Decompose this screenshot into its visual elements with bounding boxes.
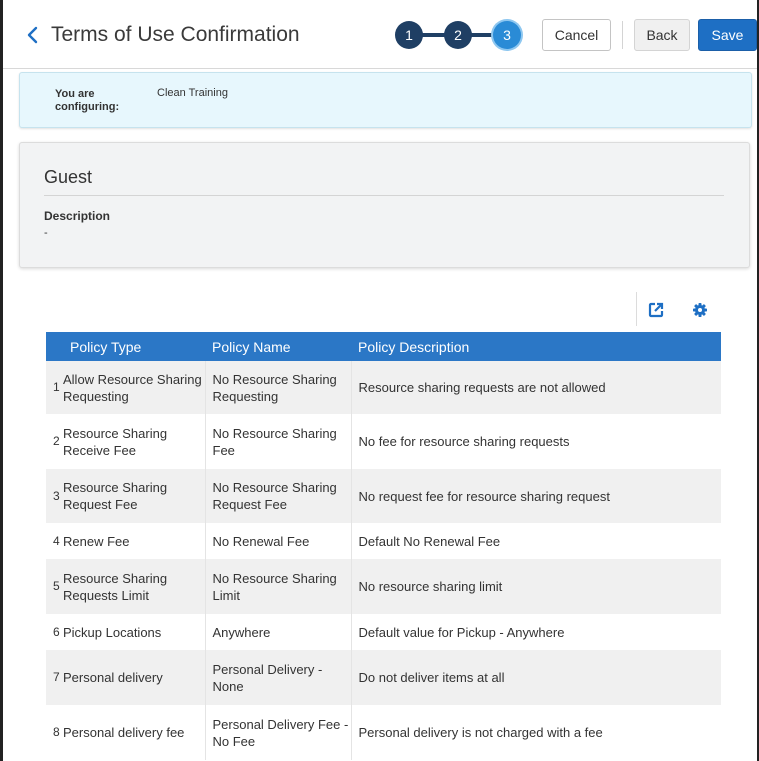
row-index: 4 [53,533,60,548]
policy-description-cell: Resource sharing requests are not allowe… [358,380,606,395]
policy-name-cell: No Resource Sharing Limit [205,559,352,614]
page-header: Terms of Use Confirmation 1 2 3 Cancel B… [3,0,757,69]
policy-description-cell: Default No Renewal Fee [358,533,501,549]
step-3[interactable]: 3 [493,21,521,49]
step-1[interactable]: 1 [395,21,423,49]
back-chevron-icon[interactable] [21,22,47,48]
save-button[interactable]: Save [698,19,757,51]
column-header-policy-name[interactable]: Policy Name [205,332,351,361]
policy-name-cell: No Renewal Fee [205,523,352,559]
policy-type-cell: Personal delivery fee [63,705,206,760]
policy-type-cell: Allow Resource Sharing Requesting [63,361,206,414]
row-index: 6 [53,624,60,639]
window-border-left [0,0,3,761]
policy-type-cell: Resource Sharing Requests Limit [63,559,206,614]
table-row[interactable]: 1 Allow Resource Sharing Requesting No R… [46,361,721,414]
back-button[interactable]: Back [634,19,690,51]
policy-type-cell: Renew Fee [63,523,206,559]
column-header-index [46,332,63,361]
description-value: - [44,227,48,239]
table-header-row: Policy Type Policy Name Policy Descripti… [46,332,721,361]
policy-type-cell: Personal delivery [63,650,206,705]
stepper-connector [419,33,447,37]
policy-description-cell: No request fee for resource sharing requ… [358,488,610,504]
policy-type-cell: Pickup Locations [63,614,206,650]
policy-name-cell: No Resource Sharing Requesting [205,361,352,414]
policy-description-cell: No fee for resource sharing requests [358,434,570,449]
column-header-policy-type[interactable]: Policy Type [63,332,205,361]
policy-name-cell: No Resource Sharing Fee [205,414,352,469]
description-label: Description [44,209,111,223]
header-divider [622,21,623,49]
step-2[interactable]: 2 [444,21,472,49]
row-index: 2 [53,434,60,448]
table-row[interactable]: 8 Personal delivery fee Personal Deliver… [46,705,721,760]
export-icon[interactable] [648,302,664,318]
table-row[interactable]: 7 Personal delivery Personal Delivery - … [46,650,721,705]
row-index: 8 [53,725,60,739]
toolbar-divider [636,292,637,326]
row-index: 1 [53,380,60,394]
policy-description-cell: Default value for Pickup - Anywhere [358,624,565,640]
configuring-value: Clean Training [157,87,228,99]
table-row[interactable]: 5 Resource Sharing Requests Limit No Res… [46,559,721,614]
policy-description-cell: Personal delivery is not charged with a … [358,725,603,740]
policy-name-cell: Personal Delivery Fee - No Fee [205,705,352,760]
policy-type-cell: Resource Sharing Receive Fee [63,414,206,469]
policy-description-cell: Do not deliver items at all [358,670,505,685]
cancel-button[interactable]: Cancel [542,19,611,51]
guest-title: Guest [44,167,93,187]
table-row[interactable]: 6 Pickup Locations Anywhere Default valu… [46,614,721,650]
row-index: 3 [53,488,60,503]
gear-icon[interactable] [692,302,708,318]
guest-panel: Guest Description - [19,142,750,268]
page-title: Terms of Use Confirmation [51,23,300,46]
policy-description-cell: No resource sharing limit [358,579,503,594]
guest-divider [44,195,724,196]
row-index: 7 [53,670,60,684]
table-row[interactable]: 3 Resource Sharing Request Fee No Resour… [46,469,721,523]
policy-type-cell: Resource Sharing Request Fee [63,469,206,523]
table-row[interactable]: 2 Resource Sharing Receive Fee No Resour… [46,414,721,469]
configuring-label: You are configuring: [55,88,120,113]
column-header-policy-description[interactable]: Policy Description [351,332,721,361]
wizard-stepper: 1 2 3 [395,21,521,49]
row-index: 5 [53,579,60,593]
policies-table: Policy Type Policy Name Policy Descripti… [46,332,721,761]
policy-name-cell: Anywhere [205,614,352,650]
policy-name-cell: No Resource Sharing Request Fee [205,469,352,523]
policy-name-cell: Personal Delivery - None [205,650,352,705]
table-row[interactable]: 4 Renew Fee No Renewal Fee Default No Re… [46,523,721,559]
configuring-panel: You are configuring: Clean Training [19,72,752,128]
